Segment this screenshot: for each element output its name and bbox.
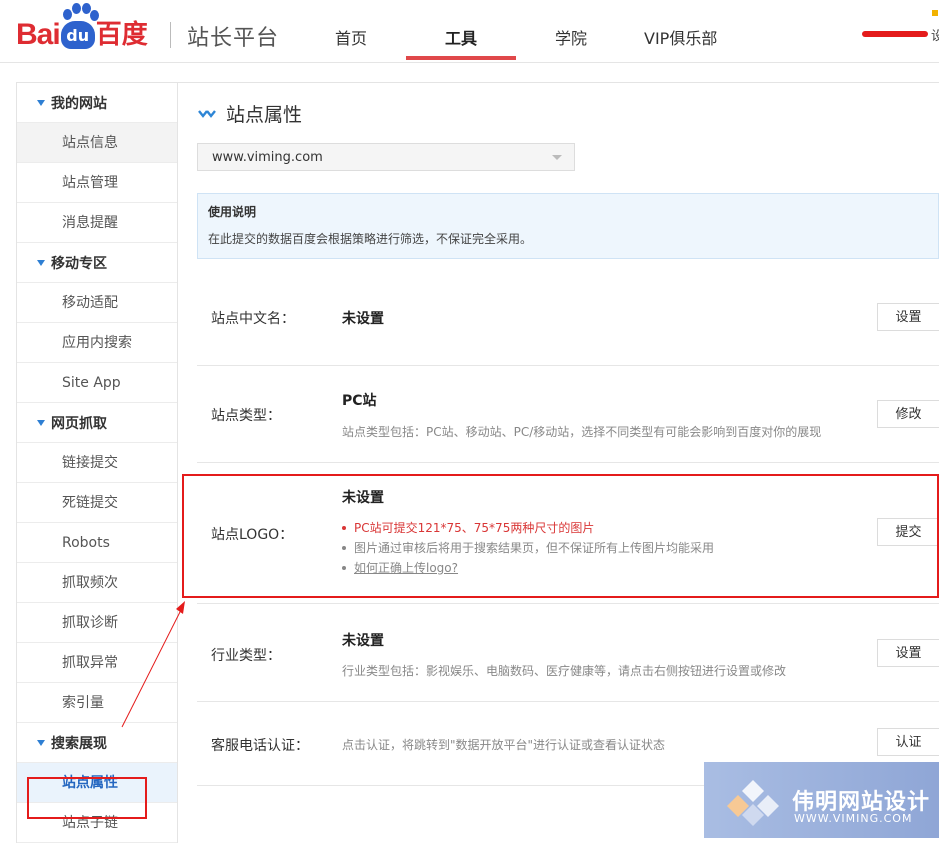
expand-triangle-icon (37, 419, 45, 426)
sidebar-section-crawl[interactable]: 网页抓取 (17, 403, 177, 443)
sidebar-item-crawl-error[interactable]: 抓取异常 (17, 643, 177, 683)
row-description: 点击认证，将跳转到"数据开放平台"进行认证或查看认证状态 (342, 738, 666, 752)
sidebar-section-my-site[interactable]: 我的网站 (17, 83, 177, 123)
usage-notice: 使用说明 在此提交的数据百度会根据策略进行筛选，不保证完全采用。 (197, 193, 939, 259)
row-value: 未设置 (342, 311, 384, 327)
expand-triangle-icon (37, 259, 45, 266)
nav-vip-club[interactable]: VIP俱乐部 (644, 25, 717, 49)
row-label: 站点类型： (211, 408, 281, 424)
redacted-username[interactable] (862, 31, 928, 37)
watermark-en-text: WWW.VIMING.COM (794, 812, 913, 825)
nav-tools[interactable]: 工具 (445, 25, 477, 49)
sidebar-item-site-app[interactable]: Site App (17, 363, 177, 403)
site-watermark: 伟明网站设计 WWW.VIMING.COM (704, 762, 939, 838)
notification-icon[interactable] (932, 10, 938, 16)
nav-active-indicator (406, 56, 516, 60)
logo-bai-text: Bai (16, 18, 61, 51)
page-title: 站点属性 (226, 104, 303, 126)
watermark-logo-icon (727, 780, 779, 826)
header-divider (170, 22, 171, 48)
annotation-box-sidebar (27, 777, 147, 819)
chevron-double-icon (198, 109, 216, 118)
logo-du-text: du (66, 26, 90, 45)
logo-cn-text: 百度 (95, 20, 148, 50)
top-header: Bai du 百度 站长平台 首页 工具 学院 VIP俱乐部 设 (0, 0, 939, 63)
row-site-cn-name: 站点中文名： 未设置 设置 (197, 270, 939, 366)
row-value: 未设置 (342, 633, 384, 649)
site-selector[interactable]: www.viming.com (197, 143, 575, 171)
sidebar: 我的网站 站点信息 站点管理 消息提醒 移动专区 移动适配 应用内搜索 Site… (16, 82, 178, 843)
sidebar-section-search-display[interactable]: 搜索展现 (17, 723, 177, 763)
dropdown-caret-icon (552, 155, 562, 160)
main-top-border (177, 82, 939, 83)
baidu-logo[interactable]: Bai du 百度 (16, 3, 148, 52)
sidebar-item-messages[interactable]: 消息提醒 (17, 203, 177, 243)
page-title-bar: 站点属性 (198, 100, 302, 127)
row-description: 行业类型包括：影视娱乐、电脑数码、医疗健康等，请点击右侧按钮进行设置或修改 (342, 664, 787, 678)
sidebar-item-site-manage[interactable]: 站点管理 (17, 163, 177, 203)
row-label: 行业类型： (211, 648, 281, 664)
sidebar-section-mobile[interactable]: 移动专区 (17, 243, 177, 283)
sidebar-item-robots[interactable]: Robots (17, 523, 177, 563)
sidebar-item-site-info[interactable]: 站点信息 (17, 123, 177, 163)
row-label: 客服电话认证： (211, 738, 309, 754)
set-cn-name-button[interactable]: 设置 (877, 303, 939, 331)
notice-text: 在此提交的数据百度会根据策略进行筛选，不保证完全采用。 (208, 232, 533, 246)
sidebar-item-index-count[interactable]: 索引量 (17, 683, 177, 723)
logo-paw-icon: du (60, 3, 99, 49)
modify-site-type-button[interactable]: 修改 (877, 400, 939, 428)
row-value: PC站 (342, 393, 377, 409)
row-industry-type: 行业类型： 未设置 行业类型包括：影视娱乐、电脑数码、医疗健康等，请点击右侧按钮… (197, 604, 939, 702)
sidebar-item-mobile-adapt[interactable]: 移动适配 (17, 283, 177, 323)
nav-academy[interactable]: 学院 (555, 25, 587, 49)
settings-link[interactable]: 设 (931, 25, 939, 44)
row-site-type: 站点类型： PC站 站点类型包括：PC站、移动站、PC/移动站，选择不同类型有可… (197, 366, 939, 463)
sidebar-item-crawl-diagnose[interactable]: 抓取诊断 (17, 603, 177, 643)
site-selector-value: www.viming.com (212, 150, 323, 165)
sidebar-item-dead-link[interactable]: 死链提交 (17, 483, 177, 523)
expand-triangle-icon (37, 99, 45, 106)
row-description: 站点类型包括：PC站、移动站、PC/移动站，选择不同类型有可能会影响到百度对你的… (342, 425, 822, 439)
nav-home[interactable]: 首页 (335, 25, 367, 49)
set-industry-button[interactable]: 设置 (877, 639, 939, 667)
verify-phone-button[interactable]: 认证 (877, 728, 939, 756)
notice-title: 使用说明 (208, 205, 257, 219)
sidebar-item-app-search[interactable]: 应用内搜索 (17, 323, 177, 363)
sidebar-item-crawl-frequency[interactable]: 抓取频次 (17, 563, 177, 603)
row-label: 站点中文名： (211, 311, 295, 327)
expand-triangle-icon (37, 739, 45, 746)
sidebar-item-link-submit[interactable]: 链接提交 (17, 443, 177, 483)
platform-name: 站长平台 (187, 26, 280, 51)
annotation-box-logo (182, 474, 939, 598)
